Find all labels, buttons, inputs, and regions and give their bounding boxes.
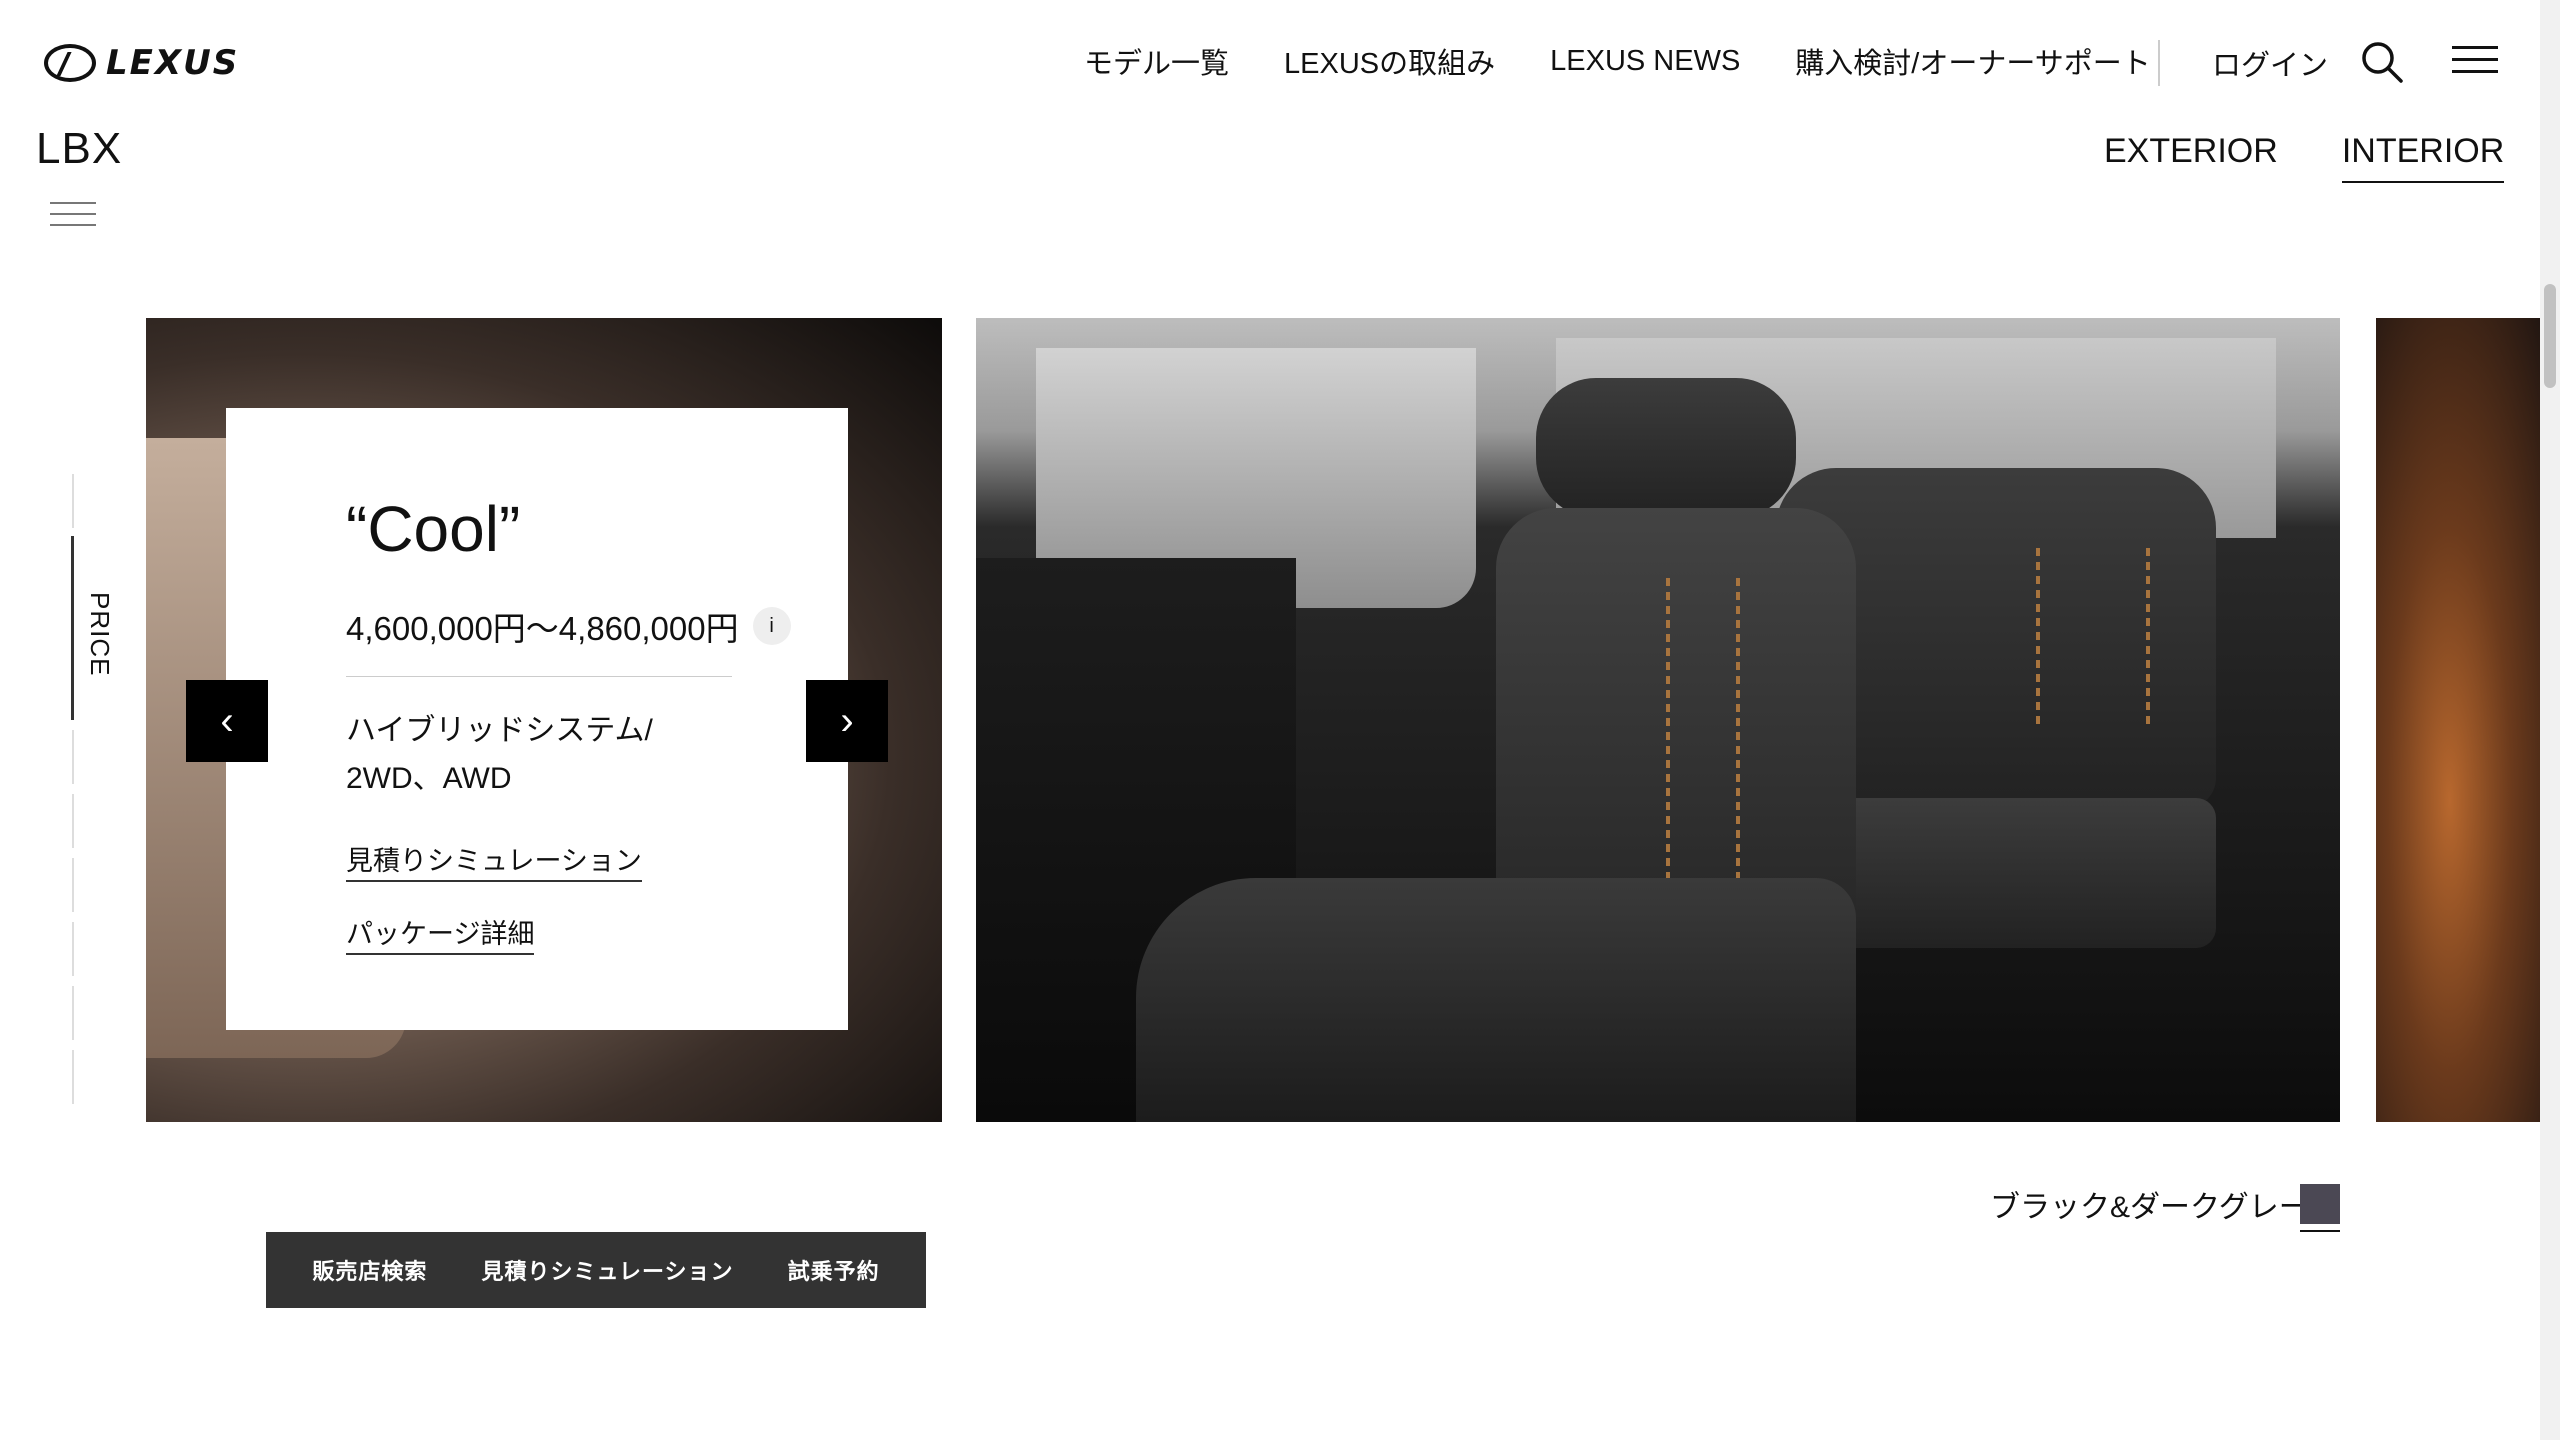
- stitch: [1736, 578, 1740, 878]
- grade-title: “Cool”: [346, 493, 521, 565]
- lexus-wordmark: LEXUS: [106, 43, 240, 83]
- section-indicator-active: [71, 536, 74, 720]
- model-tabs: EXTERIOR INTERIOR: [2104, 132, 2560, 183]
- card-divider: [346, 676, 732, 677]
- stitch: [2036, 548, 2040, 728]
- card-links: 見積りシミュレーション パッケージ詳細: [346, 813, 848, 955]
- headrest: [1536, 378, 1796, 518]
- package-details-link[interactable]: パッケージ詳細: [346, 912, 535, 955]
- price-row: 4,600,000円～4,860,000円 i: [346, 602, 848, 650]
- system-line-2: 2WD、AWD: [346, 762, 512, 795]
- action-bar: 販売店検索 見積りシミュレーション 試乗予約: [266, 1232, 926, 1308]
- chevron-right-icon: ›: [840, 698, 854, 743]
- hamburger-menu-icon[interactable]: [2452, 46, 2498, 76]
- carousel-prev-button[interactable]: ‹: [186, 680, 268, 762]
- login-link[interactable]: ログイン: [2212, 42, 2328, 84]
- price-range: 4,600,000円～4,860,000円: [346, 610, 739, 647]
- nav-news[interactable]: LEXUS NEWS: [1550, 45, 1740, 78]
- global-nav: モデル一覧 LEXUSの取組み LEXUS NEWS 購入検討/オーナーサポート: [1084, 40, 2206, 82]
- color-swatch[interactable]: [2300, 1184, 2340, 1232]
- model-menu-icon[interactable]: [50, 202, 96, 235]
- nav-initiatives[interactable]: LEXUSの取組み: [1284, 40, 1495, 82]
- scrollbar-track[interactable]: [2540, 0, 2560, 1440]
- nav-divider: [2158, 40, 2160, 86]
- estimate-simulation-button[interactable]: 見積りシミュレーション: [481, 1254, 733, 1286]
- tab-exterior[interactable]: EXTERIOR: [2104, 132, 2278, 183]
- model-name: LBX: [36, 124, 123, 173]
- front-seat-cushion: [1136, 878, 1856, 1122]
- system-line-1: ハイブリッドシステム/: [346, 714, 653, 747]
- interior-image-main: [976, 318, 2340, 1122]
- scrollbar-thumb[interactable]: [2544, 284, 2556, 388]
- chevron-left-icon: ‹: [220, 698, 234, 743]
- section-label-price[interactable]: PRICE: [84, 592, 115, 676]
- interior-image-next: [2376, 318, 2560, 1122]
- stitch: [2146, 548, 2150, 728]
- estimate-simulation-link[interactable]: 見積りシミュレーション: [346, 839, 642, 882]
- grade-info-card: “Cool” 4,600,000円～4,860,000円 i ハイブリッドシステ…: [226, 408, 848, 1030]
- test-drive-button[interactable]: 試乗予約: [788, 1254, 880, 1286]
- stitch: [1666, 578, 1670, 878]
- lexus-emblem-icon: [44, 44, 96, 82]
- color-name: ブラック&ダークグレー: [1990, 1191, 2309, 1224]
- info-icon[interactable]: i: [752, 607, 791, 645]
- lexus-logo[interactable]: LEXUS: [44, 42, 239, 84]
- carousel-next-button[interactable]: ›: [806, 680, 888, 762]
- dealer-search-button[interactable]: 販売店検索: [312, 1254, 427, 1286]
- nav-owner-support[interactable]: 購入検討/オーナーサポート: [1795, 40, 2150, 82]
- tab-interior[interactable]: INTERIOR: [2341, 132, 2505, 183]
- nav-models[interactable]: モデル一覧: [1084, 40, 1229, 82]
- search-icon[interactable]: [2360, 40, 2404, 84]
